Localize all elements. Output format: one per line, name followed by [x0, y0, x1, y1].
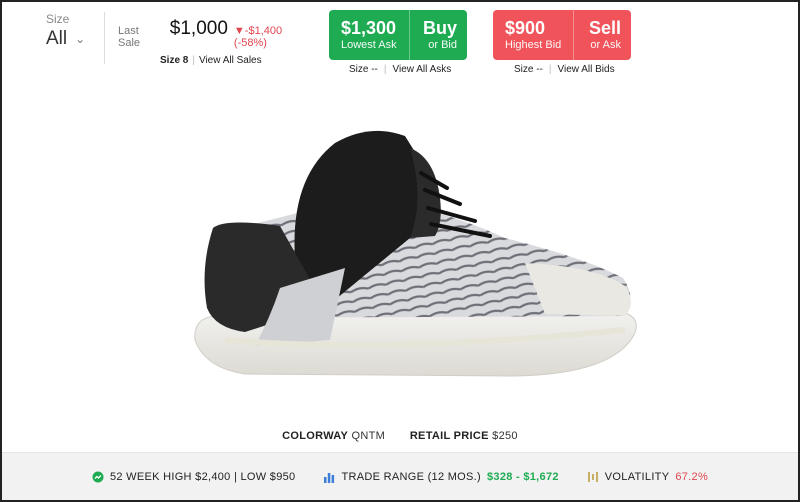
- asks-size: Size --: [349, 64, 378, 75]
- size-selector-value: All: [46, 28, 68, 49]
- trend-circle-icon: [92, 471, 104, 482]
- divider: [104, 12, 105, 64]
- trade-range-label: TRADE RANGE (12 MOS.): [341, 470, 481, 483]
- sneaker-image: [194, 130, 637, 377]
- sell-button[interactable]: $900 Highest Bid Sell or Ask: [493, 10, 631, 60]
- market-stats-bar: 52 WEEK HIGH $2,400 | LOW $950 TRADE RAN…: [2, 452, 798, 500]
- size-selector-label: Size: [46, 12, 70, 26]
- volatility-value: 67.2%: [675, 470, 709, 483]
- last-sale-price: $1,000: [169, 18, 228, 39]
- colorway-label: COLORWAY: [282, 430, 349, 442]
- trade-range-value: $328 - $1,672: [487, 470, 559, 483]
- highest-bid-label: Highest Bid: [505, 39, 562, 51]
- product-image: [185, 118, 645, 388]
- asks-links: Size -- | View All Asks: [349, 64, 452, 75]
- buy-button[interactable]: $1,300 Lowest Ask Buy or Bid: [329, 10, 467, 60]
- bar-chart-icon: [324, 472, 335, 483]
- sell-label: Sell: [588, 18, 621, 38]
- highest-bid-price: $900: [505, 18, 546, 38]
- volatility-icon: [588, 471, 598, 482]
- colorway-value: QNTM: [351, 430, 386, 442]
- size-selector[interactable]: Size All ⌄: [46, 12, 98, 50]
- week52-text: 52 WEEK HIGH $2,400 | LOW $950: [109, 470, 296, 483]
- stat-trade-range: TRADE RANGE (12 MOS.) $328 - $1,672: [323, 471, 558, 483]
- chevron-down-icon[interactable]: ⌄: [75, 32, 85, 46]
- retail-price-value: $250: [492, 430, 518, 442]
- buy-label: Buy: [422, 18, 457, 38]
- last-sale: Last Sale $1,000 ▼-$1,400 (-58%) Size 8 |…: [118, 18, 318, 66]
- lowest-ask-label: Lowest Ask: [341, 39, 397, 51]
- bids-size: Size --: [514, 64, 543, 75]
- market-summary-bar: Size All ⌄ Last Sale $1,000 ▼-$1,400 (-5…: [0, 0, 800, 80]
- last-sale-label: Last Sale: [118, 25, 141, 49]
- volatility-label: VOLATILITY: [604, 470, 670, 483]
- last-sale-change: ▼-$1,400 (-58%): [233, 25, 283, 49]
- or-bid-label: or Bid: [428, 39, 457, 51]
- view-all-sales-link[interactable]: View All Sales: [199, 55, 262, 66]
- view-all-asks-link[interactable]: View All Asks: [393, 64, 452, 75]
- lowest-ask-price: $1,300: [341, 18, 397, 38]
- stat-volatility: VOLATILITY 67.2%: [587, 471, 708, 483]
- or-ask-label: or Ask: [590, 39, 621, 51]
- bids-links: Size -- | View All Bids: [514, 64, 615, 75]
- stat-52-week: 52 WEEK HIGH $2,400 | LOW $950: [92, 471, 296, 483]
- view-all-bids-link[interactable]: View All Bids: [558, 64, 615, 75]
- last-sale-size: Size 8: [160, 55, 189, 66]
- product-details: COLORWAY QNTM RETAIL PRICE $250: [0, 430, 800, 442]
- retail-price-label: RETAIL PRICE: [409, 430, 489, 442]
